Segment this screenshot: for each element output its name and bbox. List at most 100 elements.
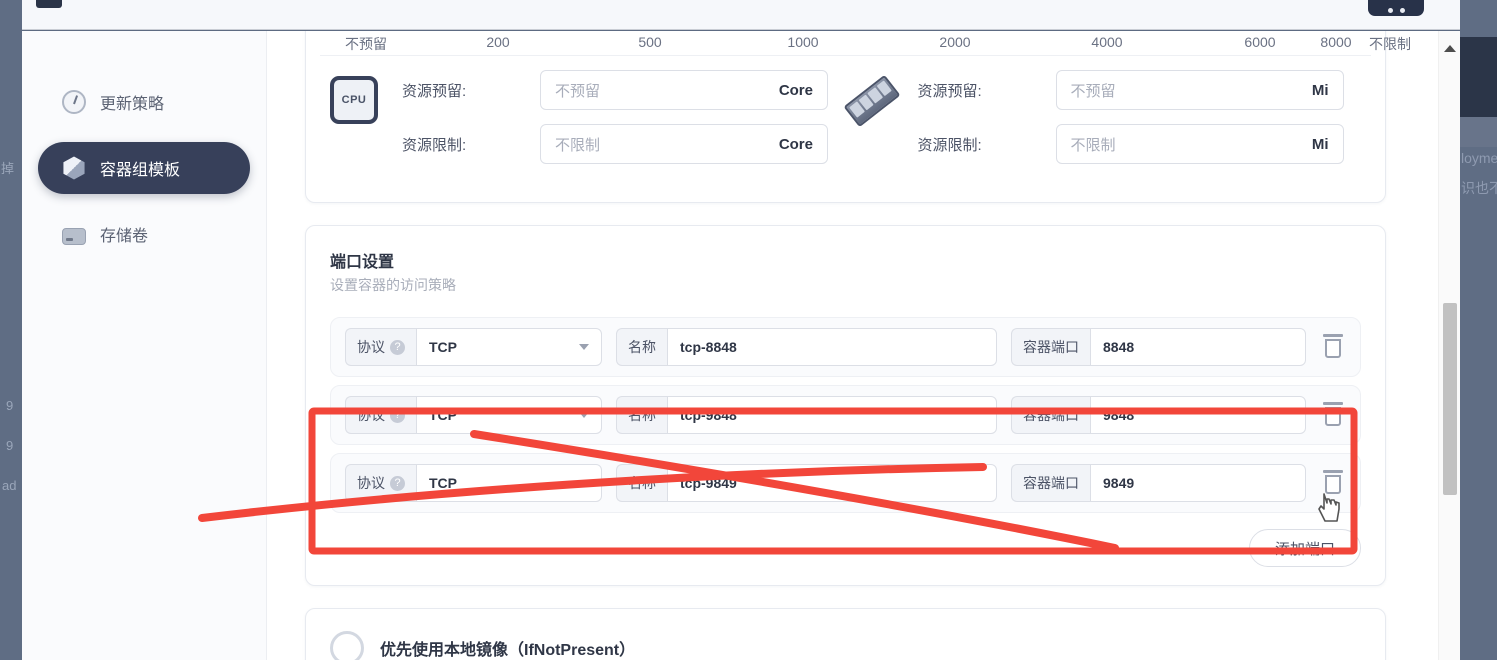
cpu-request-value: 不预留 (555, 82, 601, 100)
scrollbar-thumb[interactable] (1443, 303, 1457, 495)
port-name-value: tcp-8848 (680, 339, 737, 355)
sidebar-item-label: 存储卷 (100, 228, 149, 245)
memory-limit-label: 资源限制: (917, 136, 982, 154)
sidebar-item-label: 更新策略 (100, 96, 165, 113)
dot-icon (1387, 8, 1393, 13)
cpu-chip-label: CPU (330, 76, 378, 124)
name-group: 名称 tcp-9849 (616, 464, 997, 502)
container-port-label: 容器端口 (1011, 464, 1090, 502)
backdrop-text-fragment: 9 (6, 398, 14, 413)
container-port-label: 容器端口 (1011, 328, 1090, 366)
container-port-value: 9849 (1103, 475, 1135, 491)
protocol-label-addon: 协议 ? (345, 328, 416, 366)
help-icon[interactable]: ? (390, 475, 405, 491)
protocol-label-addon: 协议 ? (345, 464, 416, 502)
dialog-content-scroll-area[interactable]: 不预留 200 500 1000 2000 4000 6000 8000 不限制 (267, 31, 1460, 660)
name-label: 名称 (616, 464, 667, 502)
protocol-label: 协议 (357, 407, 385, 423)
image-pull-policy-label: 优先使用本地镜像（IfNotPresent） (380, 642, 636, 659)
trash-icon-body (1325, 339, 1341, 358)
memory-request-label: 资源预留: (917, 82, 982, 100)
protocol-select[interactable]: TCP (416, 396, 602, 434)
port-row: 协议 ? TCP 名称 t (330, 453, 1361, 513)
memory-limit-row: 资源限制: 不限制 Mi (918, 124, 1362, 164)
window-controls-button[interactable] (1368, 0, 1424, 16)
cpu-limit-input[interactable]: 不限制 Core (540, 124, 828, 164)
trash-icon-body (1325, 475, 1341, 494)
port-row-list: 协议 ? TCP 名称 tcp-8848 容器端口 8848 协议 ? TCP … (306, 317, 1385, 513)
backdrop-text-fragment: 识也不 (1461, 180, 1497, 196)
trash-icon (1323, 334, 1343, 337)
port-name-value: tcp-9849 (680, 475, 737, 491)
container-port-value: 8848 (1103, 339, 1135, 355)
sidebar-item-storage-volume[interactable]: 存储卷 (38, 208, 250, 260)
container-port-label: 容器端口 (1011, 396, 1090, 434)
port-row: 协议 ? TCP 名称 t (330, 385, 1361, 445)
container-port-input[interactable]: 9849 (1090, 464, 1306, 502)
protocol-value: TCP (429, 475, 457, 491)
protocol-select[interactable]: TCP (416, 328, 602, 366)
protocol-select[interactable]: TCP (416, 464, 602, 502)
backdrop-text-fragment: 掉 (1, 161, 15, 176)
protocol-label: 协议 (357, 339, 385, 355)
container-port-input[interactable]: 9848 (1090, 396, 1306, 434)
port-actions: 添加端口 (306, 521, 1385, 567)
trash-icon (1323, 402, 1343, 405)
name-group: 名称 tcp-8848 (616, 328, 997, 366)
backdrop-band-mid (1460, 117, 1497, 147)
memory-request-input[interactable]: 不预留 Mi (1055, 70, 1344, 110)
slider-tick: 4000 (1091, 34, 1123, 50)
name-group: 名称 tcp-9848 (616, 396, 997, 434)
backdrop-text-fragment: ad (2, 478, 17, 493)
protocol-label: 协议 (357, 475, 385, 491)
slider-tick: 不限制 (1369, 36, 1411, 52)
port-settings-card: 端口设置 设置容器的访问策略 协议 ? TCP 名称 tcp-8848 容器端口… (305, 225, 1386, 586)
cpu-request-label: 资源预留: (402, 82, 467, 100)
port-settings-subtitle: 设置容器的访问策略 (330, 277, 456, 293)
cpu-limit-value: 不限制 (555, 136, 601, 154)
cpu-limit-unit: Core (778, 135, 813, 153)
window-title-bar (22, 0, 1460, 30)
name-label: 名称 (616, 396, 667, 434)
slider-tick: 2000 (939, 34, 971, 50)
add-port-button[interactable]: 添加端口 (1249, 529, 1361, 567)
sidebar-item-pod-template[interactable]: 容器组模板 (38, 142, 250, 194)
sidebar-item-label: 容器组模板 (100, 162, 181, 179)
port-name-input[interactable]: tcp-8848 (667, 328, 997, 366)
delete-port-button[interactable] (1320, 468, 1346, 498)
cpu-request-unit: Core (778, 81, 813, 99)
clock-icon (62, 90, 86, 114)
slider-tick: 不预留 (345, 36, 387, 52)
vertical-scrollbar[interactable] (1438, 31, 1460, 660)
port-name-input[interactable]: tcp-9848 (667, 396, 997, 434)
container-port-value: 9848 (1103, 407, 1135, 423)
memory-request-value: 不预留 (1070, 82, 1116, 100)
container-port-group: 容器端口 9848 (1011, 396, 1306, 434)
chevron-down-icon (579, 412, 589, 418)
cpu-request-input[interactable]: 不预留 Core (540, 70, 828, 110)
ram-stick-shape (843, 74, 900, 128)
memory-limit-input[interactable]: 不限制 Mi (1055, 124, 1344, 164)
delete-port-button[interactable] (1320, 332, 1346, 362)
container-port-input[interactable]: 8848 (1090, 328, 1306, 366)
protocol-group: 协议 ? TCP (345, 328, 602, 366)
image-pull-policy-row: 优先使用本地镜像（IfNotPresent） (330, 631, 1361, 660)
image-pull-policy-card: 优先使用本地镜像（IfNotPresent） (305, 608, 1386, 660)
help-icon[interactable]: ? (390, 407, 405, 423)
protocol-label-addon: 协议 ? (345, 396, 416, 434)
scroll-up-arrow-icon[interactable] (1443, 45, 1456, 52)
trash-icon-body (1325, 407, 1341, 426)
help-icon[interactable]: ? (390, 339, 405, 355)
container-port-group: 容器端口 8848 (1011, 328, 1306, 366)
port-name-input[interactable]: tcp-9849 (667, 464, 997, 502)
memory-limit-unit: Mi (1311, 135, 1329, 153)
delete-port-button[interactable] (1320, 400, 1346, 430)
sidebar-item-update-policy[interactable]: 更新策略 (38, 76, 250, 128)
resource-slider-ticks: 不预留 200 500 1000 2000 4000 6000 8000 不限制 (320, 31, 1411, 56)
port-settings-title: 端口设置 (330, 254, 395, 271)
protocol-group: 协议 ? TCP (345, 396, 602, 434)
cube-icon (63, 156, 85, 180)
protocol-value: TCP (429, 407, 457, 423)
page-backdrop-left (0, 0, 22, 660)
chevron-down-icon (579, 480, 589, 486)
